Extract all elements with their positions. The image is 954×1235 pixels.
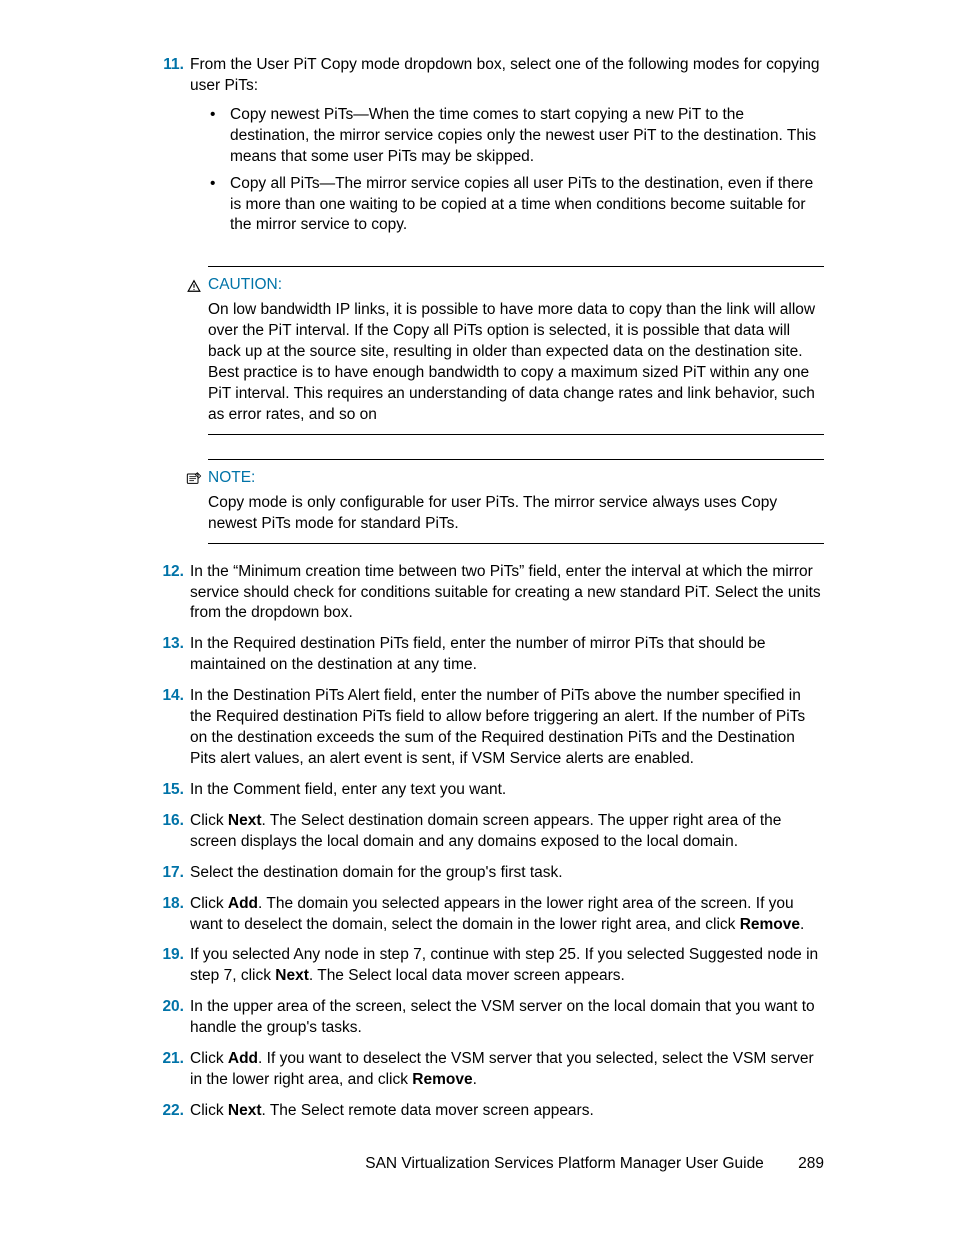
- t: .: [800, 916, 804, 933]
- bold-next: Next: [275, 967, 309, 984]
- footer-title: SAN Virtualization Services Platform Man…: [365, 1155, 764, 1172]
- caution-title: CAUTION:: [208, 275, 282, 296]
- step-text: In the upper area of the screen, select …: [190, 997, 824, 1039]
- t: Click: [190, 812, 228, 829]
- step-18: 18. Click Add. The domain you selected a…: [150, 894, 824, 936]
- bullet-marker: •: [210, 174, 230, 237]
- t: Click: [190, 895, 228, 912]
- step-15: 15. In the Comment field, enter any text…: [150, 780, 824, 801]
- note-icon: [184, 471, 208, 485]
- step-16: 16. Click Next. The Select destination d…: [150, 811, 824, 853]
- note-heading: NOTE:: [184, 468, 824, 489]
- t: . The Select local data mover screen app…: [309, 967, 625, 984]
- step-21: 21. Click Add. If you want to deselect t…: [150, 1049, 824, 1091]
- t: . If you want to deselect the VSM server…: [190, 1050, 814, 1088]
- step-text: Click Add. If you want to deselect the V…: [190, 1049, 824, 1091]
- step-text: Click Add. The domain you selected appea…: [190, 894, 824, 936]
- t: Click: [190, 1050, 228, 1067]
- caution-icon: [184, 279, 208, 293]
- t: . The Select remote data mover screen ap…: [262, 1102, 594, 1119]
- note-block: NOTE: Copy mode is only configurable for…: [184, 459, 824, 544]
- step-number: 13.: [150, 634, 190, 676]
- bullet-text: Copy newest PiTs—When the time comes to …: [230, 105, 824, 168]
- step-11: 11. From the User PiT Copy mode dropdown…: [150, 55, 824, 242]
- rule: [208, 459, 824, 460]
- bold-next: Next: [228, 812, 262, 829]
- step-text: Select the destination domain for the gr…: [190, 863, 824, 884]
- step-text: In the Destination PiTs Alert field, ent…: [190, 686, 824, 770]
- t: .: [473, 1071, 477, 1088]
- t: . The Select destination domain screen a…: [190, 812, 781, 850]
- caution-body: On low bandwidth IP links, it is possibl…: [208, 300, 824, 426]
- step-lead: From the User PiT Copy mode dropdown box…: [190, 55, 824, 97]
- step-number: 16.: [150, 811, 190, 853]
- bullet-marker: •: [210, 105, 230, 168]
- step-number: 11.: [150, 55, 190, 242]
- step-number: 17.: [150, 863, 190, 884]
- bold-add: Add: [228, 1050, 258, 1067]
- rule: [208, 543, 824, 544]
- page-number: 289: [798, 1155, 824, 1172]
- rule: [208, 266, 824, 267]
- step-number: 18.: [150, 894, 190, 936]
- page-footer: SAN Virtualization Services Platform Man…: [365, 1154, 824, 1175]
- bullet-item: • Copy all PiTs—The mirror service copie…: [210, 174, 824, 237]
- t: Click: [190, 1102, 228, 1119]
- step-text: From the User PiT Copy mode dropdown box…: [190, 55, 824, 242]
- t: . The domain you selected appears in the…: [190, 895, 794, 933]
- step-14: 14. In the Destination PiTs Alert field,…: [150, 686, 824, 770]
- bold-remove: Remove: [740, 916, 800, 933]
- bold-next: Next: [228, 1102, 262, 1119]
- bullet-item: • Copy newest PiTs—When the time comes t…: [210, 105, 824, 168]
- step-number: 21.: [150, 1049, 190, 1091]
- step-number: 22.: [150, 1101, 190, 1122]
- bold-remove: Remove: [412, 1071, 472, 1088]
- step-number: 12.: [150, 562, 190, 625]
- step-number: 20.: [150, 997, 190, 1039]
- step-text: In the Required destination PiTs field, …: [190, 634, 824, 676]
- step-text: Click Next. The Select destination domai…: [190, 811, 824, 853]
- step-number: 14.: [150, 686, 190, 770]
- step-number: 19.: [150, 945, 190, 987]
- step-20: 20. In the upper area of the screen, sel…: [150, 997, 824, 1039]
- step-17: 17. Select the destination domain for th…: [150, 863, 824, 884]
- step-text: If you selected Any node in step 7, cont…: [190, 945, 824, 987]
- step-number: 15.: [150, 780, 190, 801]
- step-text: In the “Minimum creation time between tw…: [190, 562, 824, 625]
- caution-block: CAUTION: On low bandwidth IP links, it i…: [184, 266, 824, 434]
- step-text: In the Comment field, enter any text you…: [190, 780, 824, 801]
- bold-add: Add: [228, 895, 258, 912]
- rule: [208, 434, 824, 435]
- note-body: Copy mode is only configurable for user …: [208, 493, 824, 535]
- bullet-text: Copy all PiTs—The mirror service copies …: [230, 174, 824, 237]
- note-title: NOTE:: [208, 468, 255, 489]
- document-page: 11. From the User PiT Copy mode dropdown…: [0, 0, 954, 1235]
- step-text: Click Next. The Select remote data mover…: [190, 1101, 824, 1122]
- step-22: 22. Click Next. The Select remote data m…: [150, 1101, 824, 1122]
- step-19: 19. If you selected Any node in step 7, …: [150, 945, 824, 987]
- step-13: 13. In the Required destination PiTs fie…: [150, 634, 824, 676]
- step-12: 12. In the “Minimum creation time betwee…: [150, 562, 824, 625]
- caution-heading: CAUTION:: [184, 275, 824, 296]
